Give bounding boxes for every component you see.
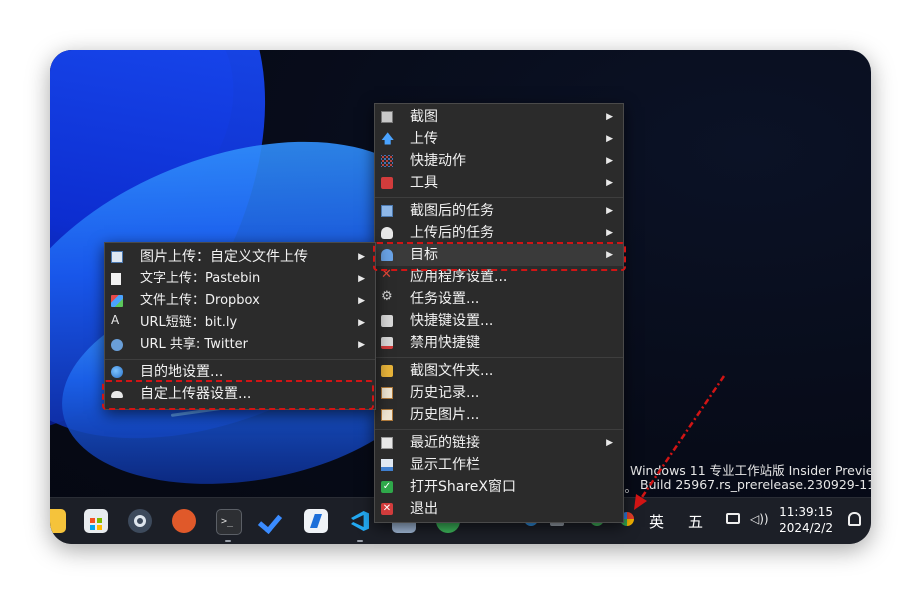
submenu-arrow-icon: ▶ — [606, 134, 613, 144]
submenu-arrow-icon: ▶ — [606, 178, 613, 188]
submenu-arrow-icon: ▶ — [358, 252, 365, 262]
windows-watermark-line2: Build 25967.rs_prerelease.230929-1123 — [640, 477, 871, 492]
todo-check-icon[interactable] — [257, 508, 284, 535]
menu-item-screenshots-folder[interactable]: 截图文件夹... — [375, 360, 623, 382]
menu-item-after-upload[interactable]: 上传后的任务 ▶ — [375, 222, 623, 244]
ime-language[interactable]: 英 — [649, 511, 664, 532]
store-icon[interactable] — [84, 509, 108, 533]
image-history-icon — [381, 409, 393, 421]
submenu-arrow-icon: ▶ — [606, 438, 613, 448]
clipboard-icon — [381, 437, 393, 449]
menu-separator — [375, 357, 623, 358]
network-icon[interactable] — [726, 513, 740, 524]
submenu-arrow-icon: ▶ — [606, 206, 613, 216]
ime-mode[interactable]: 五 — [688, 511, 703, 532]
system-clock[interactable]: 11:39:15 2024/2/2 — [779, 504, 833, 536]
submenu-item-url-shortener[interactable]: A URL短链：bit.ly ▶ — [105, 312, 375, 334]
submenu-arrow-icon: ▶ — [606, 112, 613, 122]
menu-item-capture[interactable]: 截图 ▶ — [375, 106, 623, 128]
after-capture-icon — [381, 205, 393, 217]
globe-icon — [111, 366, 123, 378]
exit-icon: ✕ — [381, 503, 393, 515]
menu-item-disable-hotkeys[interactable]: 禁用快捷键 — [375, 332, 623, 354]
submenu-item-image-uploader[interactable]: 图片上传：自定义文件上传 ▶ — [105, 246, 375, 268]
check-icon: ✓ — [381, 481, 393, 493]
history-icon — [381, 387, 393, 399]
screenshot-icon — [381, 111, 393, 123]
text-file-icon — [111, 273, 121, 285]
submenu-arrow-icon: ▶ — [606, 228, 613, 238]
menu-item-recent-links[interactable]: 最近的链接 ▶ — [375, 432, 623, 454]
menu-item-tools[interactable]: 工具 ▶ — [375, 172, 623, 194]
azure-icon[interactable] — [304, 509, 328, 533]
sharex-tray-context-menu: 截图 ▶ 🡅 上传 ▶ 快捷动作 ▶ 工具 ▶ 截图后的任务 ▶ 上传后的任务 … — [374, 103, 624, 523]
file-explorer-icon[interactable] — [50, 509, 66, 533]
url-share-icon — [111, 339, 123, 351]
toolbox-icon — [381, 177, 393, 189]
notification-bell-icon[interactable] — [848, 512, 861, 526]
submenu-item-file-uploader[interactable]: 文件上传：Dropbox ▶ — [105, 290, 375, 312]
image-upload-icon — [111, 251, 123, 263]
folder-icon — [381, 365, 393, 377]
menu-separator — [375, 197, 623, 198]
highlight-box-custom-uploader — [102, 380, 374, 410]
menu-item-show-taskbar[interactable]: 显示工作栏 — [375, 454, 623, 476]
menu-item-history[interactable]: 历史记录... — [375, 382, 623, 404]
menu-separator — [105, 359, 375, 360]
menu-item-task-settings[interactable]: ⚙ 任务设置... — [375, 288, 623, 310]
menu-item-after-capture[interactable]: 截图后的任务 ▶ — [375, 200, 623, 222]
keyboard-icon — [381, 315, 393, 327]
menu-item-exit[interactable]: ✕ 退出 — [375, 498, 623, 520]
menu-item-quick-actions[interactable]: 快捷动作 ▶ — [375, 150, 623, 172]
gear-icon: ⚙ — [381, 289, 393, 304]
settings-gear-icon[interactable] — [128, 509, 152, 533]
url-shortener-icon: A — [111, 313, 120, 327]
clock-time: 11:39:15 — [779, 505, 833, 519]
terminal-icon[interactable]: >_ — [216, 509, 242, 535]
highlight-box-destinations — [373, 242, 626, 271]
submenu-item-url-sharing[interactable]: URL 共享: Twitter ▶ — [105, 334, 375, 356]
submenu-arrow-icon: ▶ — [606, 156, 613, 166]
menu-item-upload[interactable]: 🡅 上传 ▶ — [375, 128, 623, 150]
file-upload-icon — [111, 295, 123, 307]
vscode-icon[interactable] — [348, 509, 372, 533]
menu-separator — [375, 429, 623, 430]
submenu-arrow-icon: ▶ — [358, 274, 365, 284]
taskbar-icon — [381, 459, 393, 471]
grid-dots-icon — [381, 155, 393, 167]
menu-item-hotkey-settings[interactable]: 快捷键设置... — [375, 310, 623, 332]
keyboard-disabled-icon — [381, 337, 393, 349]
clock-date: 2024/2/2 — [779, 521, 833, 535]
menu-item-open-main-window[interactable]: ✓ 打开ShareX窗口 — [375, 476, 623, 498]
volume-icon[interactable]: ◁)) — [750, 512, 769, 526]
submenu-item-text-uploader[interactable]: 文字上传：Pastebin ▶ — [105, 268, 375, 290]
menu-item-image-history[interactable]: 历史图片... — [375, 404, 623, 426]
upload-arrow-icon: 🡅 — [381, 132, 395, 147]
cloud-icon — [381, 227, 393, 239]
submenu-arrow-icon: ▶ — [358, 340, 365, 350]
submenu-arrow-icon: ▶ — [358, 296, 365, 306]
remote-desktop-icon[interactable] — [172, 509, 196, 533]
submenu-arrow-icon: ▶ — [358, 318, 365, 328]
